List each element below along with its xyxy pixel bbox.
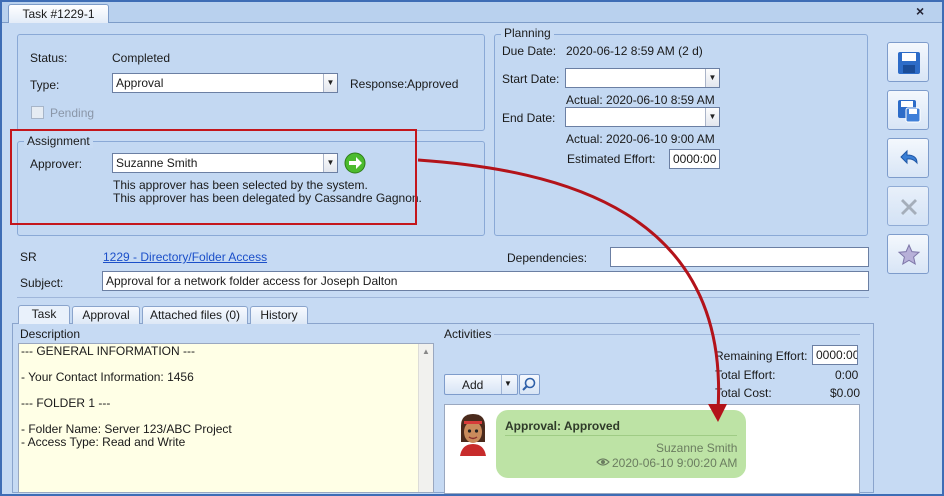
add-button-label: Add (462, 378, 484, 392)
planning-legend: Planning (501, 26, 554, 40)
sr-link[interactable]: 1229 - Directory/Folder Access (103, 250, 267, 264)
activity-timestamp: 2020-06-10 9:00:20 AM (612, 456, 738, 470)
delete-icon (901, 199, 917, 215)
end-date-picker[interactable]: ▼ (565, 107, 720, 127)
remaining-effort-value: 0000:00 (816, 348, 858, 362)
save-and-close-button[interactable] (887, 90, 929, 130)
tab-attached-files-label: Attached files (0) (149, 308, 241, 322)
remaining-effort-input[interactable]: 0000:00 (812, 345, 858, 365)
total-effort-value: 0:00 (835, 368, 859, 382)
activities-divider (494, 334, 860, 335)
undo-button[interactable] (887, 138, 929, 178)
save-icon (898, 52, 920, 74)
save-button[interactable] (887, 42, 929, 82)
dependencies-label: Dependencies: (507, 251, 588, 265)
type-dropdown-value: Approval (116, 76, 164, 90)
close-icon[interactable]: × (916, 3, 924, 19)
description-label: Description (20, 327, 81, 341)
tab-approval[interactable]: Approval (72, 306, 140, 324)
undo-icon (900, 149, 918, 165)
add-button-separator (501, 375, 502, 394)
tab-task[interactable]: Task (18, 305, 70, 324)
activity-title: Approval: Approved (505, 419, 620, 433)
end-actual: Actual: 2020-06-10 9:00 AM (566, 132, 715, 146)
search-icon (522, 377, 536, 391)
save-close-icon (898, 100, 921, 123)
chevron-down-icon[interactable]: ▼ (323, 74, 337, 92)
sr-label: SR (20, 250, 37, 264)
description-scrollbar[interactable]: ▲ (418, 344, 433, 492)
avatar-icon (460, 414, 486, 456)
eye-icon (596, 458, 610, 466)
type-label: Type: (30, 78, 60, 92)
estimated-effort-value: 0000:00 (673, 152, 717, 166)
chevron-down-icon[interactable]: ▼ (705, 108, 719, 126)
total-cost-label: Total Cost: (715, 386, 772, 400)
total-cost-value: $0.00 (830, 386, 861, 400)
tab-attached-files[interactable]: Attached files (0) (142, 306, 248, 324)
scroll-up-icon[interactable]: ▲ (419, 347, 433, 356)
dependencies-input[interactable] (610, 247, 869, 267)
search-activities-button[interactable] (519, 374, 540, 395)
pending-label: Pending (50, 106, 95, 120)
document-tab-label: Task #1229-1 (22, 7, 95, 21)
start-actual: Actual: 2020-06-10 8:59 AM (566, 93, 715, 107)
activity-divider (505, 435, 737, 436)
chevron-down-icon[interactable]: ▼ (705, 69, 719, 87)
pending-checkbox[interactable] (31, 106, 44, 119)
start-date-label: Start Date: (502, 72, 560, 86)
favorite-button[interactable] (887, 234, 929, 274)
activities-label: Activities (444, 327, 492, 341)
tab-history[interactable]: History (250, 306, 308, 324)
favorite-star-icon (897, 243, 921, 266)
activity-author: Suzanne Smith (656, 441, 738, 455)
tab-task-label: Task (31, 307, 57, 321)
estimated-effort-input[interactable]: 0000:00 (669, 149, 720, 169)
highlight-box (10, 129, 417, 225)
end-date-label: End Date: (502, 111, 556, 125)
due-date-value: 2020-06-12 8:59 AM (2 d) (566, 44, 703, 58)
activity-item[interactable]: Approval: Approved Suzanne Smith 2020-06… (496, 410, 746, 478)
start-date-picker[interactable]: ▼ (565, 68, 720, 88)
document-tab[interactable]: Task #1229-1 (8, 4, 109, 23)
divider (17, 297, 869, 298)
description-textarea[interactable]: --- GENERAL INFORMATION --- - Your Conta… (18, 343, 434, 493)
response-value: Approved (407, 77, 459, 91)
subject-label: Subject: (20, 276, 64, 290)
delete-button[interactable] (887, 186, 929, 226)
status-label: Status: (30, 51, 68, 65)
subject-input[interactable]: Approval for a network folder access for… (102, 271, 869, 291)
subject-value: Approval for a network folder access for… (106, 274, 398, 288)
estimated-effort-label: Estimated Effort: (567, 152, 656, 166)
due-date-label: Due Date: (502, 44, 557, 58)
remaining-effort-label: Remaining Effort: (715, 349, 808, 363)
chevron-down-icon[interactable]: ▼ (504, 379, 512, 388)
response-label: Response: (350, 77, 408, 91)
tab-approval-label: Approval (82, 308, 130, 322)
add-button[interactable]: Add ▼ (444, 374, 518, 395)
total-effort-label: Total Effort: (715, 368, 776, 382)
type-dropdown[interactable]: Approval ▼ (112, 73, 338, 93)
tab-history-label: History (260, 308, 298, 322)
status-value: Completed (112, 51, 171, 65)
